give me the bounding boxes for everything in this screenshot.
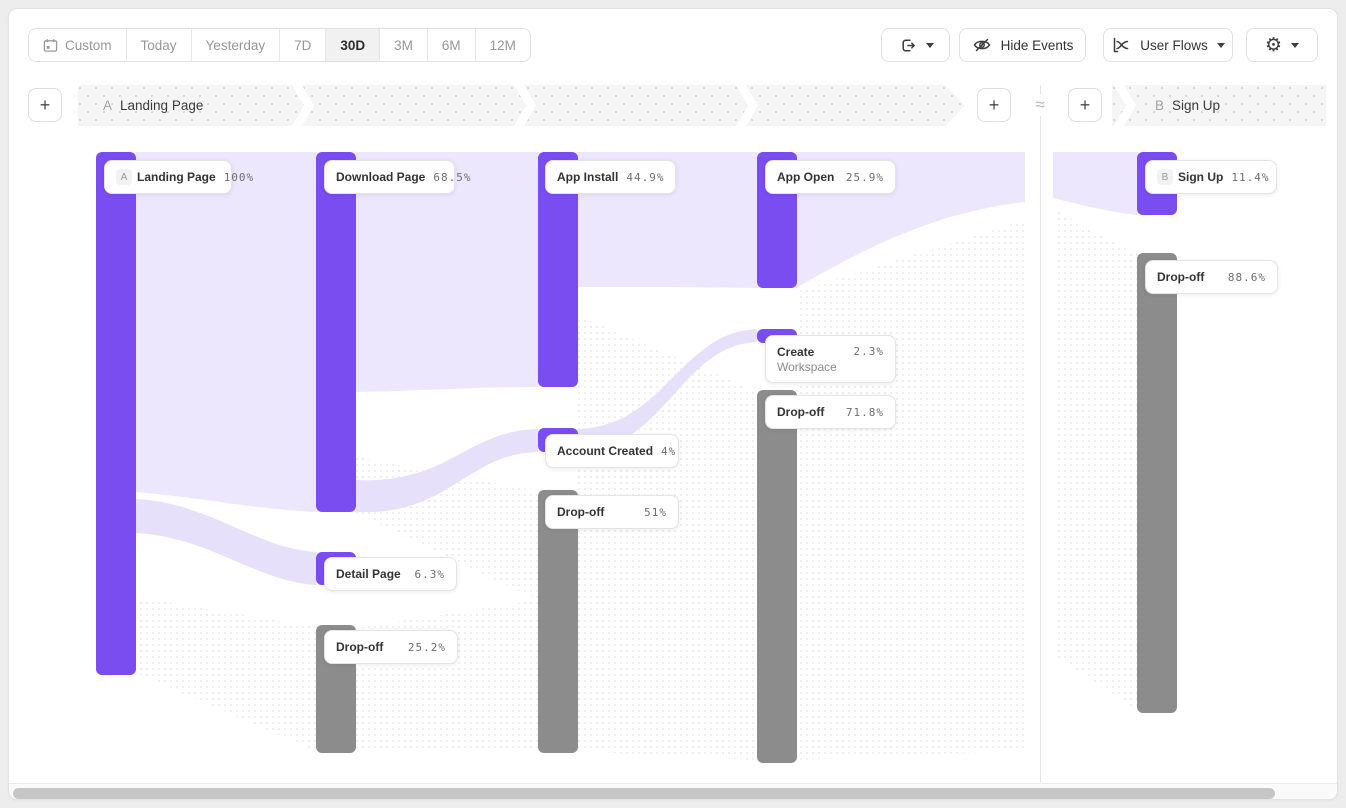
- node-card-dropoff-51[interactable]: Drop-off 51%: [545, 495, 679, 529]
- flow-curve-landing-to-detailpage: [136, 499, 316, 585]
- date-range-label: Custom: [65, 38, 112, 53]
- date-range-7d[interactable]: 7D: [280, 29, 326, 61]
- chevron-right-icon: [292, 85, 314, 126]
- add-step-after-button[interactable]: +: [977, 88, 1011, 122]
- date-range-selector: Custom Today Yesterday 7D 30D 3M 6M 12M: [28, 28, 531, 62]
- flow-curve-download-to-accountcreated: [356, 429, 538, 512]
- node-card-dropoff-71[interactable]: Drop-off 71.8%: [765, 395, 896, 429]
- calendar-icon: [43, 38, 58, 53]
- node-bar-dropoff-88[interactable]: [1137, 253, 1177, 713]
- node-card-account-created[interactable]: Account Created 4%: [545, 434, 679, 468]
- step-a-prefix: A: [103, 98, 112, 113]
- node-bar-landing-page[interactable]: [96, 152, 136, 675]
- date-range-6m[interactable]: 6M: [428, 29, 476, 61]
- view-selector-button[interactable]: User Flows: [1103, 28, 1233, 62]
- export-button[interactable]: [881, 28, 950, 62]
- chevron-down-icon: [926, 43, 934, 48]
- step-b-name: Sign Up: [1172, 98, 1220, 113]
- flow-band-into-signup: [1053, 152, 1137, 215]
- node-card-detail-page[interactable]: Detail Page 6.3%: [324, 557, 457, 591]
- view-selector-label: User Flows: [1140, 38, 1208, 53]
- hide-events-label: Hide Events: [1001, 38, 1074, 53]
- node-bar-dropoff-71[interactable]: [757, 390, 797, 763]
- node-card-landing-page[interactable]: A Landing Page 100%: [104, 160, 232, 194]
- date-range-today[interactable]: Today: [127, 29, 192, 61]
- add-step-flow-b-button[interactable]: +: [1068, 88, 1102, 122]
- chevron-down-icon: [1291, 43, 1299, 48]
- user-flows-report: Custom Today Yesterday 7D 30D 3M 6M 12M …: [0, 0, 1346, 808]
- eye-off-icon: [972, 35, 992, 55]
- node-card-dropoff-25[interactable]: Drop-off 25.2%: [324, 630, 458, 664]
- hide-events-button[interactable]: Hide Events: [959, 28, 1086, 62]
- horizontal-scrollbar-track: [9, 784, 1337, 799]
- date-range-3m[interactable]: 3M: [380, 29, 428, 61]
- user-flows-icon: [1111, 35, 1131, 55]
- date-range-custom[interactable]: Custom: [29, 29, 127, 61]
- chevron-right-icon: [736, 85, 758, 126]
- flow-band-landing-to-download: [136, 152, 316, 512]
- node-badge: B: [1157, 169, 1173, 185]
- add-step-before-button[interactable]: +: [28, 88, 62, 122]
- chevron-right-icon: [514, 85, 536, 126]
- node-badge: A: [116, 169, 132, 185]
- node-card-dropoff-88[interactable]: Drop-off 88.6%: [1145, 260, 1278, 294]
- node-card-download-page[interactable]: Download Page 68.5%: [324, 160, 455, 194]
- node-card-signup[interactable]: B Sign Up 11.4%: [1145, 160, 1277, 194]
- step-a-name: Landing Page: [120, 98, 203, 113]
- node-card-app-install[interactable]: App Install 44.9%: [545, 160, 676, 194]
- chevron-right-icon: [1114, 85, 1136, 126]
- approx-separator: ≈: [1028, 94, 1052, 116]
- date-range-yesterday[interactable]: Yesterday: [192, 29, 281, 61]
- date-range-12m[interactable]: 12M: [476, 29, 530, 61]
- node-card-create-workspace[interactable]: Create 2.3% Workspace: [765, 335, 896, 383]
- chevron-down-icon: [1217, 43, 1225, 48]
- gear-icon: ⚙: [1265, 36, 1282, 55]
- step-b-header[interactable]: B Sign Up: [1112, 85, 1326, 126]
- horizontal-scrollbar-thumb[interactable]: [13, 788, 1275, 799]
- node-bar-dropoff-51[interactable]: [538, 490, 578, 753]
- node-bar-download-page[interactable]: [316, 152, 356, 512]
- step-b-prefix: B: [1155, 98, 1164, 113]
- export-icon: [898, 36, 917, 55]
- node-card-app-open[interactable]: App Open 25.9%: [765, 160, 896, 194]
- settings-button[interactable]: ⚙: [1246, 28, 1318, 62]
- date-range-30d-selected[interactable]: 30D: [326, 29, 380, 61]
- step-a-header[interactable]: A Landing Page: [78, 85, 965, 126]
